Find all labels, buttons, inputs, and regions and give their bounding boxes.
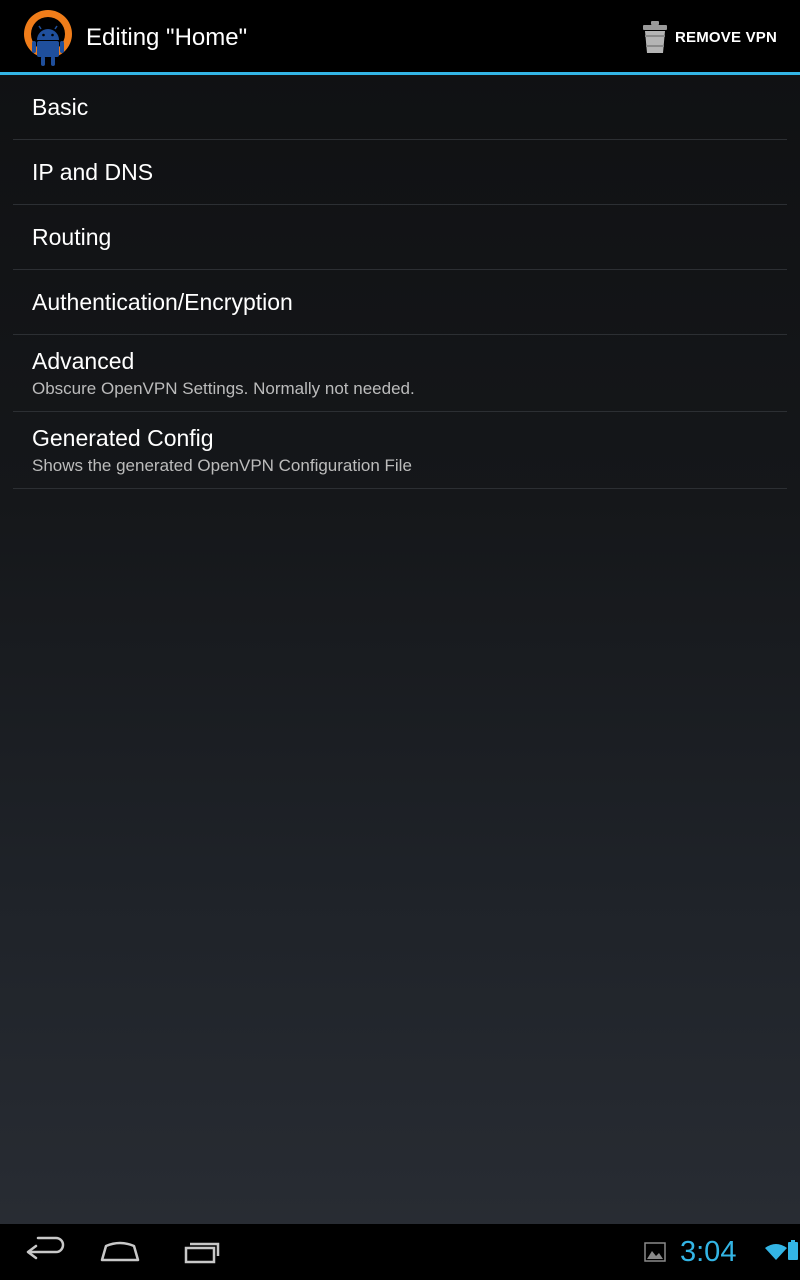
pref-title: Basic bbox=[32, 94, 89, 120]
pref-title: Routing bbox=[32, 224, 112, 250]
page-title: Editing "Home" bbox=[86, 24, 248, 51]
pref-item-basic[interactable]: Basic bbox=[13, 75, 787, 140]
home-icon bbox=[100, 1241, 140, 1262]
remove-vpn-button[interactable]: REMOVE VPN bbox=[642, 0, 800, 72]
pref-title: Generated Config bbox=[32, 425, 214, 451]
action-bar: Editing "Home" REMOVE VPN bbox=[0, 0, 800, 75]
pref-summary: Shows the generated OpenVPN Configuratio… bbox=[32, 456, 412, 475]
pref-item-routing[interactable]: Routing bbox=[13, 205, 787, 270]
pref-title: Advanced bbox=[32, 348, 135, 374]
recent-apps-icon bbox=[184, 1242, 220, 1264]
pref-title: Authentication/Encryption bbox=[32, 289, 293, 315]
pref-title: IP and DNS bbox=[32, 159, 154, 185]
pref-item-authentication[interactable]: Authentication/Encryption bbox=[13, 270, 787, 335]
pref-item-ip-dns[interactable]: IP and DNS bbox=[13, 140, 787, 205]
battery-icon bbox=[788, 1240, 798, 1260]
back-icon bbox=[26, 1236, 65, 1260]
system-nav-bar: 3:04 bbox=[0, 1224, 800, 1280]
home-button[interactable] bbox=[84, 1232, 156, 1272]
pref-item-advanced[interactable]: Advanced Obscure OpenVPN Settings. Norma… bbox=[13, 335, 787, 412]
openvpn-android-icon[interactable] bbox=[18, 8, 78, 68]
status-area[interactable]: 3:04 bbox=[640, 1224, 800, 1280]
wifi-icon bbox=[765, 1244, 787, 1260]
back-button[interactable] bbox=[8, 1232, 80, 1272]
preference-list: Basic IP and DNS Routing Authentication/… bbox=[13, 75, 787, 489]
remove-vpn-label: REMOVE VPN bbox=[675, 29, 778, 46]
pref-item-generated-config[interactable]: Generated Config Shows the generated Ope… bbox=[13, 412, 787, 489]
pref-summary: Obscure OpenVPN Settings. Normally not n… bbox=[32, 379, 415, 398]
trash-icon bbox=[643, 21, 667, 53]
recent-apps-button[interactable] bbox=[164, 1232, 236, 1272]
clock: 3:04 bbox=[680, 1236, 737, 1268]
gallery-notification-icon bbox=[644, 1242, 666, 1262]
